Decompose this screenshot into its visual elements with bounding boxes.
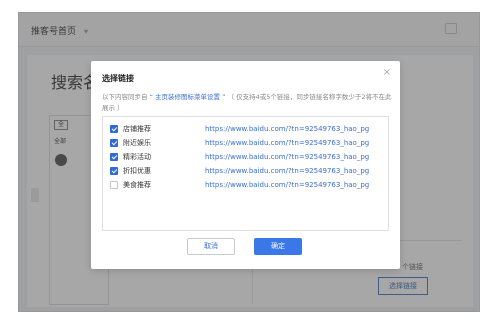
checkbox[interactable] — [110, 139, 118, 147]
link-url[interactable]: https://www.baidu.com/?tn=92549763_hao_p… — [205, 166, 369, 177]
checkbox[interactable] — [110, 125, 118, 133]
link-name: 折扣优惠 — [123, 167, 151, 175]
checkbox[interactable] — [110, 181, 118, 189]
link-url[interactable]: https://www.baidu.com/?tn=92549763_hao_p… — [205, 124, 369, 135]
list-item[interactable]: 店铺推荐 https://www.baidu.com/?tn=92549763_… — [110, 124, 380, 136]
link-list: 店铺推荐 https://www.baidu.com/?tn=92549763_… — [102, 116, 389, 231]
link-name: 精彩活动 — [123, 153, 151, 161]
checkbox[interactable] — [110, 167, 118, 175]
link-name: 店铺推荐 — [123, 125, 151, 133]
link-url[interactable]: https://www.baidu.com/?tn=92549763_hao_p… — [205, 152, 369, 163]
confirm-button[interactable]: 确定 — [254, 238, 302, 255]
dialog-title: 选择链接 — [102, 74, 134, 83]
list-item[interactable]: 折扣优惠 https://www.baidu.com/?tn=92549763_… — [110, 166, 380, 178]
checkbox[interactable] — [110, 153, 118, 161]
dialog-description: 以下内容同步自 “ 主页装修图标菜单设置 ” （ 仅支持4或5个链接，同步链接名… — [102, 92, 392, 114]
cancel-button[interactable]: 取消 — [187, 238, 235, 255]
list-item[interactable]: 附近娱乐 https://www.baidu.com/?tn=92549763_… — [110, 138, 380, 150]
list-item[interactable]: 美食推荐 https://www.baidu.com/?tn=92549763_… — [110, 180, 380, 192]
select-link-dialog: 选择链接 × 以下内容同步自 “ 主页装修图标菜单设置 ” （ 仅支持4或5个链… — [91, 61, 400, 269]
desc-prefix: 以下内容同步自 — [102, 93, 148, 101]
list-item[interactable]: 精彩活动 https://www.baidu.com/?tn=92549763_… — [110, 152, 380, 164]
link-name: 美食推荐 — [123, 181, 151, 189]
link-name: 附近娱乐 — [123, 139, 151, 147]
desc-source-link[interactable]: “ 主页装修图标菜单设置 ” — [150, 93, 226, 101]
link-url[interactable]: https://www.baidu.com/?tn=92549763_hao_p… — [205, 138, 369, 149]
link-url[interactable]: https://www.baidu.com/?tn=92549763_hao_p… — [205, 180, 369, 191]
close-icon[interactable]: × — [383, 67, 391, 78]
